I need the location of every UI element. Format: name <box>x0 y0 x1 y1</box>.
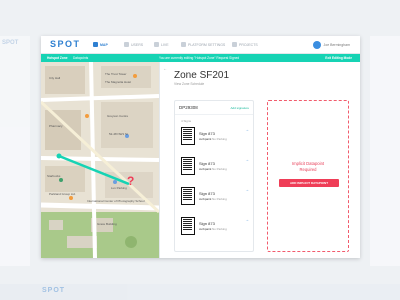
sign-kind: curbpaint <box>199 197 212 201</box>
sign-row[interactable]: Sign 873 curbpaint No Parking → <box>181 217 249 237</box>
implicit-datapoint-dropzone[interactable]: Implicit Datapoint Required ADD IMPLICIT… <box>267 100 349 252</box>
app-window: SPOT MAP USERS LIVE PLATFORM SETTINGS PR… <box>41 36 360 258</box>
question-marker-icon[interactable]: ? <box>127 174 134 188</box>
datapoint-header: DP29308 Add signature <box>175 101 253 115</box>
sign-row[interactable]: Sign 873 curbpaint No Parking → <box>181 127 249 147</box>
tab-hotspot-zone[interactable]: Hotspot Zone <box>47 56 68 60</box>
background-frame-bottom: SPOT <box>0 284 400 300</box>
sign-status: No Parking <box>212 137 227 141</box>
sign-row[interactable]: Sign 873 curbpaint No Parking → <box>181 157 249 177</box>
arrow-right-icon[interactable]: → <box>245 187 249 192</box>
map-label: Greyson Centre <box>107 114 129 118</box>
zone-title: Zone SF201 <box>174 70 230 81</box>
projects-icon <box>232 42 237 47</box>
map-label: City Hall <box>49 76 61 80</box>
sign-status: No Parking <box>212 167 227 171</box>
map-label: Pharmacy <box>49 124 63 128</box>
map-label: International Center of Photography Scho… <box>87 199 145 203</box>
user-menu[interactable]: Joe Bermingham <box>312 41 350 49</box>
top-navigation: SPOT MAP USERS LIVE PLATFORM SETTINGS PR… <box>41 36 360 54</box>
add-implicit-datapoint-button[interactable]: ADD IMPLICIT DATAPOINT <box>279 179 339 187</box>
sign-count: 4 Signs <box>181 119 192 123</box>
sign-name: Sign 873 <box>199 221 215 226</box>
back-arrow-icon[interactable]: ← <box>163 66 167 71</box>
sign-name: Sign 873 <box>199 131 215 136</box>
map-canvas <box>41 62 159 258</box>
app-logo[interactable]: SPOT <box>50 39 81 49</box>
sign-status: No Parking <box>212 197 227 201</box>
map-label: Starbucks <box>47 174 61 178</box>
add-signature-link[interactable]: Add signature <box>230 106 249 110</box>
nav-map[interactable]: MAP <box>93 42 108 47</box>
datapoint-id: DP29308 <box>179 105 198 110</box>
nav-live[interactable]: LIVE <box>154 42 169 47</box>
tab-datapoints[interactable]: Datapoints <box>73 56 88 60</box>
datapoint-card: DP29308 Add signature 4 Signs Sign 873 c… <box>174 100 254 252</box>
zone-panel: ← Zone SF201 View Zone Schedule DP29308 … <box>159 62 360 258</box>
users-icon <box>124 42 129 47</box>
background-logo: SPOT <box>42 287 66 294</box>
map-label: The Trust Tower <box>105 72 127 76</box>
sign-thumbnail <box>181 187 195 205</box>
edit-mode-bar: Hotspot Zone Datapoints You are currentl… <box>41 54 360 62</box>
sign-status: No Parking <box>212 227 227 231</box>
nav-users[interactable]: USERS <box>124 42 143 47</box>
arrow-right-icon[interactable]: → <box>245 157 249 162</box>
map-label: The Magnolia Hotel <box>105 80 132 84</box>
map-label: Lux Parking <box>111 186 127 190</box>
implicit-title: Implicit Datapoint <box>291 161 325 166</box>
background-logo: SPOT <box>2 40 19 46</box>
implicit-required: Required <box>299 167 317 172</box>
arrow-right-icon[interactable]: → <box>245 127 249 132</box>
map-label: 52-48 NW1 St <box>109 132 128 136</box>
implicit-datapoint-message: Implicit Datapoint Required <box>268 161 348 173</box>
settings-icon <box>181 42 186 47</box>
map-label: Grace Building <box>97 222 117 226</box>
sign-kind: curbpaint <box>199 227 212 231</box>
sign-name: Sign 873 <box>199 161 215 166</box>
sign-thumbnail <box>181 157 195 175</box>
sign-name: Sign 873 <box>199 191 215 196</box>
exit-editing-button[interactable]: Exit Editing Mode <box>325 56 352 60</box>
sign-row[interactable]: Sign 873 curbpaint No Parking → <box>181 187 249 207</box>
city-map[interactable]: City Hall The Trust Tower The Magnolia H… <box>41 62 159 258</box>
edit-notice: You are currently editing "Hotspot Zone"… <box>159 56 240 60</box>
live-icon <box>154 42 159 47</box>
map-label: Parkland Group Ltd. <box>49 192 76 196</box>
avatar <box>312 41 321 49</box>
sign-kind: curbpaint <box>199 137 212 141</box>
zone-schedule-link[interactable]: View Zone Schedule <box>174 82 204 86</box>
arrow-right-icon[interactable]: → <box>245 217 249 222</box>
background-frame-right <box>370 36 400 266</box>
map-icon <box>93 42 98 47</box>
sign-thumbnail <box>181 217 195 235</box>
sign-thumbnail <box>181 127 195 145</box>
background-frame-left: SPOT <box>0 36 30 266</box>
nav-platform-settings[interactable]: PLATFORM SETTINGS <box>181 42 225 47</box>
sign-kind: curbpaint <box>199 167 212 171</box>
nav-projects[interactable]: PROJECTS <box>232 42 258 47</box>
